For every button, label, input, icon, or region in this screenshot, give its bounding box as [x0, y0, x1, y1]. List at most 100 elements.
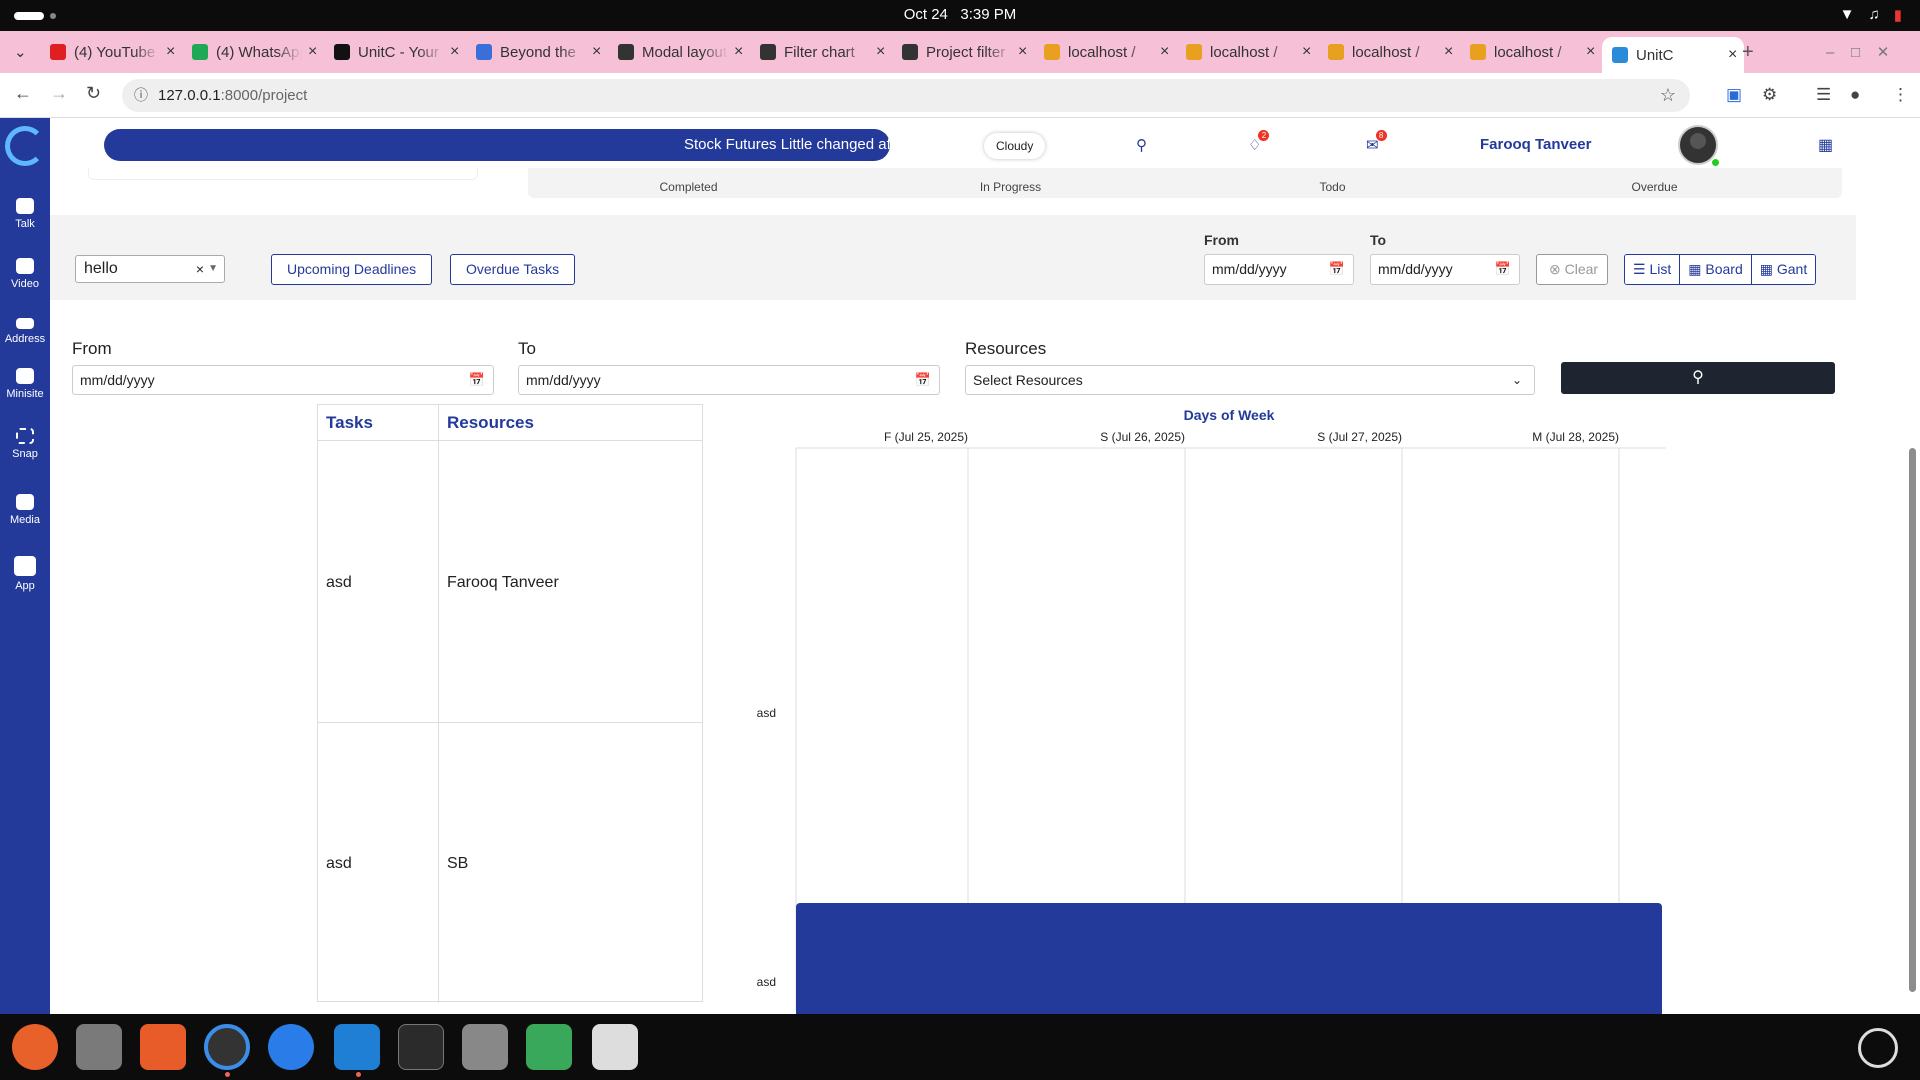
close-tab-icon[interactable]: × — [1018, 43, 1027, 61]
board-view-button[interactable]: ▦ Board — [1679, 255, 1751, 284]
back-icon[interactable]: ← — [14, 83, 32, 104]
address-bar[interactable]: ⓘ 127.0.0.1:8000/project ☆ — [122, 79, 1690, 112]
browser-tab-bar: ⌄ (4) YouTube × (4) WhatsApp × UnitC - Your ×… — [0, 31, 1920, 73]
help-icon[interactable] — [268, 1024, 314, 1070]
sidebar-item-talk[interactable]: Talk — [0, 198, 50, 230]
browser-tab[interactable]: localhost / × — [1176, 37, 1318, 67]
new-tab-button[interactable]: + — [1742, 37, 1772, 67]
browser-tab[interactable]: Filter chart × — [750, 37, 892, 67]
sidebar-item-video[interactable]: Video — [0, 258, 50, 290]
sidebar-item-address[interactable]: Address — [0, 318, 50, 345]
from-label: From — [1204, 232, 1239, 248]
browser-tab[interactable]: Beyond the × — [466, 37, 608, 67]
browser-menu-icon[interactable]: ⋮ — [1892, 85, 1909, 105]
close-tab-icon[interactable]: × — [1302, 43, 1311, 61]
files-icon[interactable] — [76, 1024, 122, 1070]
forward-icon[interactable]: → — [50, 83, 68, 104]
media-control-icon[interactable]: ☰ — [1816, 85, 1831, 105]
chat-icon — [16, 198, 34, 214]
notification-bell-icon[interactable]: ♢ 2 — [1248, 130, 1270, 154]
gantt-view-button[interactable]: ▦ Gant — [1750, 255, 1816, 284]
sidebar-item-snap[interactable]: Snap — [0, 428, 50, 460]
layers-app-icon[interactable] — [526, 1024, 572, 1070]
extension-icon[interactable]: ▣ — [1726, 85, 1742, 105]
tab-title: Filter chart — [784, 43, 855, 61]
cube-icon — [14, 556, 36, 576]
os-clock[interactable]: Oct 24 3:39 PM — [0, 6, 1920, 23]
vscode-icon[interactable] — [334, 1024, 380, 1070]
list-view-button[interactable]: ☰ List — [1625, 255, 1680, 284]
unitc-logo[interactable] — [5, 126, 45, 166]
close-tab-icon[interactable]: × — [308, 43, 317, 61]
page-scrollbar[interactable] — [1906, 118, 1920, 1014]
to-date-input[interactable]: mm/dd/yyyy 📅 — [1370, 254, 1520, 285]
sidebar-item-app[interactable]: App — [0, 556, 50, 592]
user-name[interactable]: Farooq Tanveer — [1480, 136, 1591, 153]
minimize-icon[interactable]: – — [1826, 44, 1834, 61]
browser-tab[interactable]: Modal layout × — [608, 37, 750, 67]
news-ticker[interactable]: Stock Futures Little changed afte — [104, 129, 890, 161]
browser-tab[interactable]: Project filter × — [892, 37, 1034, 67]
close-tab-icon[interactable]: × — [876, 43, 885, 61]
maximize-icon[interactable]: □ — [1851, 44, 1860, 61]
site-info-icon[interactable]: ⓘ — [134, 79, 148, 112]
close-tab-icon[interactable]: × — [1586, 43, 1595, 61]
close-tab-icon[interactable]: × — [450, 43, 459, 61]
settings-icon[interactable] — [462, 1024, 508, 1070]
close-tab-icon[interactable]: × — [734, 43, 743, 61]
scrollbar-thumb[interactable] — [1909, 448, 1916, 992]
browser-tab[interactable]: (4) WhatsApp × — [182, 37, 324, 67]
project-select[interactable]: hello × ▼ — [75, 255, 225, 283]
search-icon[interactable]: ⚲ — [1136, 136, 1147, 154]
browser-tab[interactable]: UnitC × — [1602, 37, 1744, 73]
messages-icon[interactable]: ✉ 8 — [1366, 130, 1387, 154]
close-tab-icon[interactable]: × — [592, 43, 601, 61]
x-tick-label: S (Jul 27, 2025) — [1317, 430, 1402, 444]
calendar-icon[interactable]: 📅 — [1495, 255, 1511, 283]
sidebar-item-minisite[interactable]: Minisite — [0, 368, 50, 400]
app-header: Stock Futures Little changed afte Cloudy… — [50, 118, 1906, 168]
resources-select[interactable]: Select Resources ⌄ — [965, 365, 1535, 395]
upcoming-deadlines-button[interactable]: Upcoming Deadlines — [271, 254, 433, 285]
browser-tab[interactable]: localhost / × — [1460, 37, 1602, 67]
reload-icon[interactable]: ↻ — [86, 83, 101, 104]
from-date-input[interactable]: mm/dd/yyyy 📅 — [1204, 254, 1354, 285]
firefox-icon[interactable] — [12, 1024, 58, 1070]
browser-tab[interactable]: localhost / × — [1034, 37, 1176, 67]
apps-grid-icon[interactable]: ▦ — [1818, 135, 1833, 155]
window-controls[interactable]: – □ ✕ — [1826, 37, 1916, 67]
calendar-icon[interactable]: 📅 — [915, 366, 931, 394]
browser-tab[interactable]: UnitC - Your × — [324, 37, 466, 67]
close-window-icon[interactable]: ✕ — [1877, 43, 1890, 61]
close-tab-icon[interactable]: × — [1728, 46, 1737, 64]
browser-tab[interactable]: localhost / × — [1318, 37, 1460, 67]
calendar-icon[interactable]: 📅 — [1329, 255, 1345, 283]
gantt-search-button[interactable]: ⚲ — [1561, 362, 1835, 394]
chrome-icon[interactable] — [204, 1024, 250, 1070]
close-tab-icon[interactable]: × — [1444, 43, 1453, 61]
overdue-tasks-button[interactable]: Overdue Tasks — [450, 254, 576, 285]
close-tab-icon[interactable]: × — [166, 43, 175, 61]
browser-tab[interactable]: (4) YouTube × — [40, 37, 182, 67]
calendar-icon[interactable]: 📅 — [469, 366, 485, 394]
show-apps-icon[interactable] — [1858, 1028, 1898, 1068]
phpmyadmin-icon — [1470, 44, 1486, 60]
media-icon — [16, 494, 34, 510]
terminal-icon[interactable] — [398, 1024, 444, 1070]
system-tray[interactable]: ▼ ♫ ▮ — [1840, 6, 1902, 24]
sidebar-item-media[interactable]: Media — [0, 494, 50, 526]
close-tab-icon[interactable]: × — [1160, 43, 1169, 61]
bookmark-star-icon[interactable]: ☆ — [1660, 79, 1676, 112]
profile-icon[interactable]: ● — [1850, 85, 1860, 105]
tab-list-button[interactable]: ⌄ — [6, 37, 34, 67]
resource-table: Tasks Resources asd Farooq Tanveer asd S… — [317, 404, 703, 1003]
app-center-icon[interactable] — [140, 1024, 186, 1070]
clear-selection-icon[interactable]: × — [196, 256, 204, 282]
search-icon: ⚲ — [1692, 369, 1704, 386]
gantt-from-date-input[interactable]: mm/dd/yyyy 📅 — [72, 365, 494, 395]
unitc-icon — [1612, 47, 1628, 63]
clear-button[interactable]: ⊗ Clear — [1536, 254, 1608, 285]
trash-icon[interactable] — [592, 1024, 638, 1070]
gantt-to-date-input[interactable]: mm/dd/yyyy 📅 — [518, 365, 940, 395]
extensions-puzzle-icon[interactable]: ⚙ — [1762, 85, 1777, 105]
